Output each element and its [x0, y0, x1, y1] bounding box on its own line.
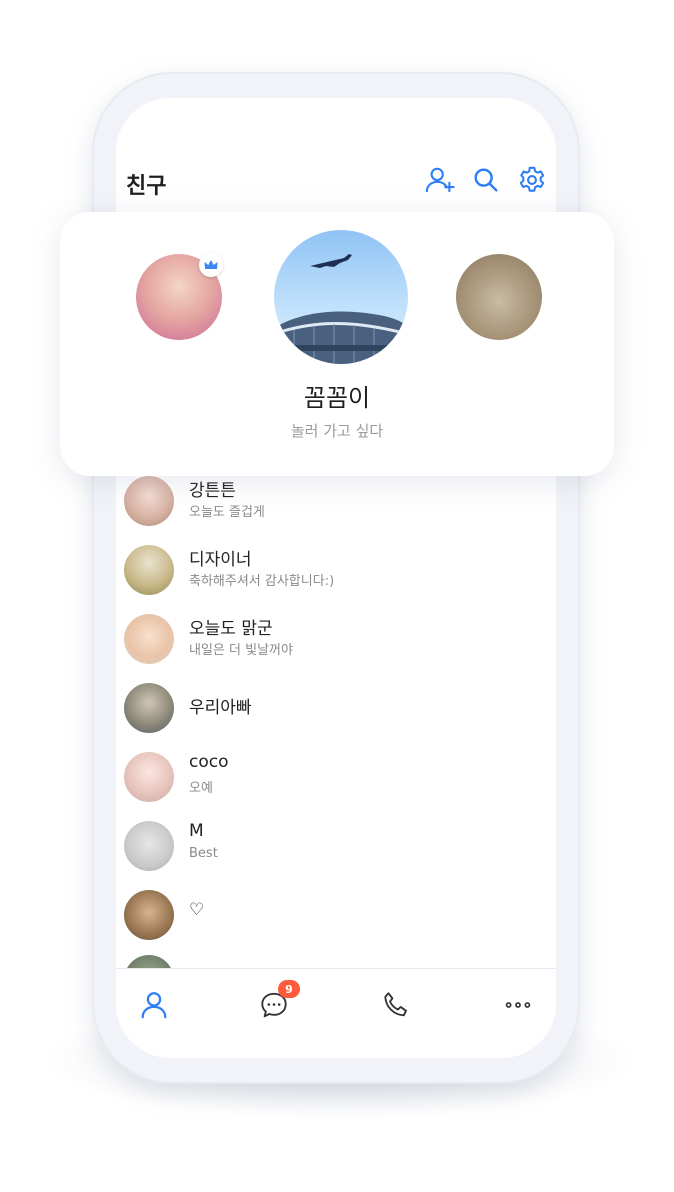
friend-row[interactable]: 디자이너 축하해주셔서 감사합니다:)	[116, 539, 556, 608]
profile-status: 놀러 가고 싶다	[290, 422, 384, 440]
friend-status: 오늘도 즐겁게	[189, 505, 265, 520]
friend-status: 내일은 더 빛날꺼야	[189, 643, 293, 658]
add-friend-icon[interactable]	[424, 164, 456, 196]
avatar	[124, 890, 174, 940]
avatar	[124, 476, 174, 526]
page-title: 친구	[126, 174, 167, 199]
tab-friends[interactable]	[134, 985, 174, 1025]
profile-avatar[interactable]	[274, 230, 408, 364]
friend-name: coco	[189, 752, 229, 772]
friend-row[interactable]: ♡	[116, 884, 556, 953]
friend-name: 디자이너	[189, 550, 252, 570]
avatar	[124, 752, 174, 802]
friends-icon	[141, 992, 167, 1019]
profile-name: 꼼꼼이	[303, 384, 371, 412]
friend-name: 우리아빠	[189, 698, 252, 718]
search-icon[interactable]	[470, 164, 502, 196]
avatar	[124, 821, 174, 871]
tab-calls[interactable]	[376, 985, 416, 1025]
friend-row[interactable]: coco 오예	[116, 746, 556, 815]
crown-icon	[199, 253, 223, 277]
friend-row[interactable]: 강튼튼 오늘도 즐겁게	[116, 470, 556, 539]
tab-chat[interactable]: 9	[254, 980, 300, 1025]
profile-card[interactable]: 꼼꼼이 놀러 가고 싶다	[60, 212, 614, 476]
friend-status: Best	[189, 846, 218, 861]
unread-badge: 9	[278, 980, 300, 998]
bottom-tab-bar: 9	[116, 968, 556, 1033]
friend-row[interactable]: 오늘도 맑군 내일은 더 빛날꺼야	[116, 608, 556, 677]
more-icon	[505, 1002, 531, 1008]
friend-list: 강튼튼 오늘도 즐겁게 디자이너 축하해주셔서 감사합니다:) 오늘도 맑군 내…	[116, 470, 556, 953]
header-actions	[424, 164, 548, 196]
friend-row[interactable]: 우리아빠	[116, 677, 556, 746]
avatar	[124, 683, 174, 733]
friend-name: 강튼튼	[189, 481, 236, 501]
tab-more[interactable]	[498, 985, 538, 1025]
friend-name: M	[189, 821, 204, 841]
friend-name: ♡	[189, 900, 205, 920]
friend-status: 축하해주셔서 감사합니다:)	[189, 574, 335, 589]
friend-row[interactable]: M Best	[116, 815, 556, 884]
friend-status: 오예	[189, 781, 213, 796]
avatar	[124, 614, 174, 664]
friend-name: 오늘도 맑군	[189, 619, 273, 639]
settings-gear-icon[interactable]	[516, 164, 548, 196]
avatar	[124, 545, 174, 595]
phone-icon	[384, 992, 407, 1017]
avatar[interactable]	[456, 254, 542, 340]
